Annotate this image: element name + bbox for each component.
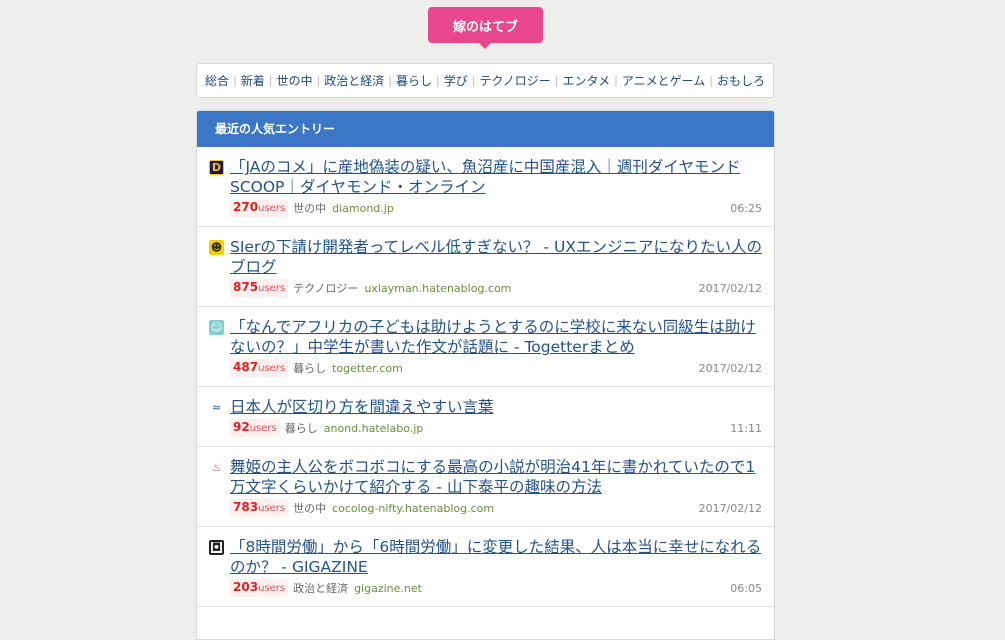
nav-item[interactable]: 総合 [201, 72, 233, 89]
panel-title: 最近の人気エントリー [197, 111, 774, 147]
logo[interactable]: 嫁のはてブ [428, 7, 543, 49]
nav-item[interactable]: アニメとゲーム [618, 72, 709, 89]
bookmark-count-badge[interactable]: 203users [230, 579, 289, 597]
bookmark-count: 270 [233, 200, 259, 214]
entry-time: 06:25 [730, 201, 762, 215]
nav-item[interactable]: おもしろ [713, 72, 769, 89]
site-favicon-icon: ◘ [209, 540, 224, 555]
entry-row: ♨ 舞姫の主人公をボコボコにする最高の小説が明治41年に書かれていたので1万文字く… [197, 447, 774, 527]
entry-meta: 92users 暮らし anond.hatelabo.jp 11:11 [230, 419, 762, 437]
bookmark-unit: users [258, 503, 286, 514]
entry-title-link[interactable]: 舞姫の主人公をボコボコにする最高の小説が明治41年に書かれていたので1万文字くら… [230, 457, 762, 497]
nav-item[interactable]: 学び [440, 72, 472, 89]
entry-time: 2017/02/12 [698, 361, 762, 375]
bookmark-count: 92 [233, 420, 250, 434]
entry-domain-link[interactable]: anond.hatelabo.jp [324, 422, 424, 435]
entry-domain-link[interactable]: togetter.com [332, 362, 403, 375]
entry-category[interactable]: 世の中 [293, 200, 326, 216]
entry-category[interactable]: 暮らし [285, 420, 318, 436]
bookmark-unit: users [258, 283, 286, 294]
site-favicon-icon: ☺ [209, 320, 224, 335]
bookmark-count: 203 [233, 580, 259, 594]
nav-item[interactable]: 暮らし [392, 72, 436, 89]
entry-row: ◘ 「8時間労働」から「6時間労働」に変更した結果、人は本当に幸せになれるのか？ … [197, 527, 774, 607]
site-favicon-icon: D [209, 160, 224, 175]
bookmark-count: 875 [233, 280, 259, 294]
entry-meta: 203users 政治と経済 gigazine.net 06:05 [230, 579, 762, 597]
bookmark-unit: users [258, 363, 286, 374]
entry-category[interactable]: 世の中 [293, 500, 326, 516]
entry-category[interactable]: テクノロジー [293, 280, 358, 296]
nav-item[interactable]: 世の中 [273, 72, 317, 89]
entry-meta: 875users テクノロジー uxlayman.hatenablog.com 201… [230, 279, 762, 297]
bookmark-count-badge[interactable]: 783users [230, 499, 289, 517]
site-favicon-icon: ♨ [211, 461, 222, 474]
entry-row: ≈ 日本人が区切り方を間違えやすい言葉 92users 暮らし anond.hatela… [197, 387, 774, 447]
bookmark-count: 487 [233, 360, 259, 374]
logo-label[interactable]: 嫁のはてブ [428, 7, 543, 43]
category-nav: 総合 | 新着 | 世の中 | 政治と経済 | 暮らし | 学び | テクノロジー | エンタメ | アニメとゲ… [196, 63, 774, 98]
entry-time: 06:05 [730, 581, 762, 595]
site-favicon-icon: ☻ [209, 240, 224, 255]
bookmark-count-badge[interactable]: 270users [230, 199, 289, 217]
entry-meta: 270users 世の中 diamond.jp 06:25 [230, 199, 762, 217]
entry-category[interactable]: 政治と経済 [293, 580, 348, 596]
bookmark-unit: users [258, 583, 286, 594]
nav-item[interactable]: 政治と経済 [320, 72, 388, 89]
entry-title-link[interactable]: 日本人が区切り方を間違えやすい言葉 [230, 397, 762, 417]
entry-row: ☺ 「なんでアフリカの子どもは助けようとするのに学校に来ない同級生は助けないの？」… [197, 307, 774, 387]
entry-meta: 783users 世の中 cocolog-nifty.hatenablog.com 2… [230, 499, 762, 517]
nav-item[interactable]: 新着 [237, 72, 269, 89]
entry-list: D 「JAのコメ」に産地偽装の疑い、魚沼産に中国産混入｜週刊ダイヤモンドSCOOP… [197, 147, 774, 607]
entry-category[interactable]: 暮らし [293, 360, 326, 376]
site-favicon-icon: ≈ [211, 401, 222, 414]
bookmark-unit: users [249, 423, 277, 434]
entry-domain-link[interactable]: uxlayman.hatenablog.com [364, 282, 511, 295]
bookmark-count-badge[interactable]: 487users [230, 359, 289, 377]
entry-time: 2017/02/12 [698, 281, 762, 295]
entry-title-link[interactable]: SIerの下請け開発者ってレベル低すぎない？ - UXエンジニアになりたい人のブ… [230, 237, 762, 277]
bookmark-unit: users [258, 203, 286, 214]
entry-domain-link[interactable]: cocolog-nifty.hatenablog.com [332, 502, 494, 515]
entry-row: D 「JAのコメ」に産地偽装の疑い、魚沼産に中国産混入｜週刊ダイヤモンドSCOOP… [197, 147, 774, 227]
popular-entries-panel: 最近の人気エントリー D 「JAのコメ」に産地偽装の疑い、魚沼産に中国産混入｜週刊… [196, 110, 775, 640]
entry-meta: 487users 暮らし togetter.com 2017/02/12 [230, 359, 762, 377]
entry-row: ☻ SIerの下請け開発者ってレベル低すぎない？ - UXエンジニアになりたい人の… [197, 227, 774, 307]
nav-item[interactable]: エンタメ [558, 72, 614, 89]
bookmark-count-badge[interactable]: 92users [230, 419, 280, 437]
entry-time: 2017/02/12 [698, 501, 762, 515]
bookmark-count: 783 [233, 500, 259, 514]
entry-title-link[interactable]: 「なんでアフリカの子どもは助けようとするのに学校に来ない同級生は助けないの？」中… [230, 317, 762, 357]
entry-title-link[interactable]: 「JAのコメ」に産地偽装の疑い、魚沼産に中国産混入｜週刊ダイヤモンドSCOOP｜… [230, 157, 762, 197]
entry-time: 11:11 [730, 421, 762, 435]
entry-title-link[interactable]: 「8時間労働」から「6時間労働」に変更した結果、人は本当に幸せになれるのか？ -… [230, 537, 762, 577]
entry-domain-link[interactable]: diamond.jp [332, 202, 394, 215]
logo-pointer [478, 42, 492, 49]
nav-item[interactable]: テクノロジー [475, 72, 554, 89]
entry-domain-link[interactable]: gigazine.net [354, 582, 422, 595]
bookmark-count-badge[interactable]: 875users [230, 279, 289, 297]
